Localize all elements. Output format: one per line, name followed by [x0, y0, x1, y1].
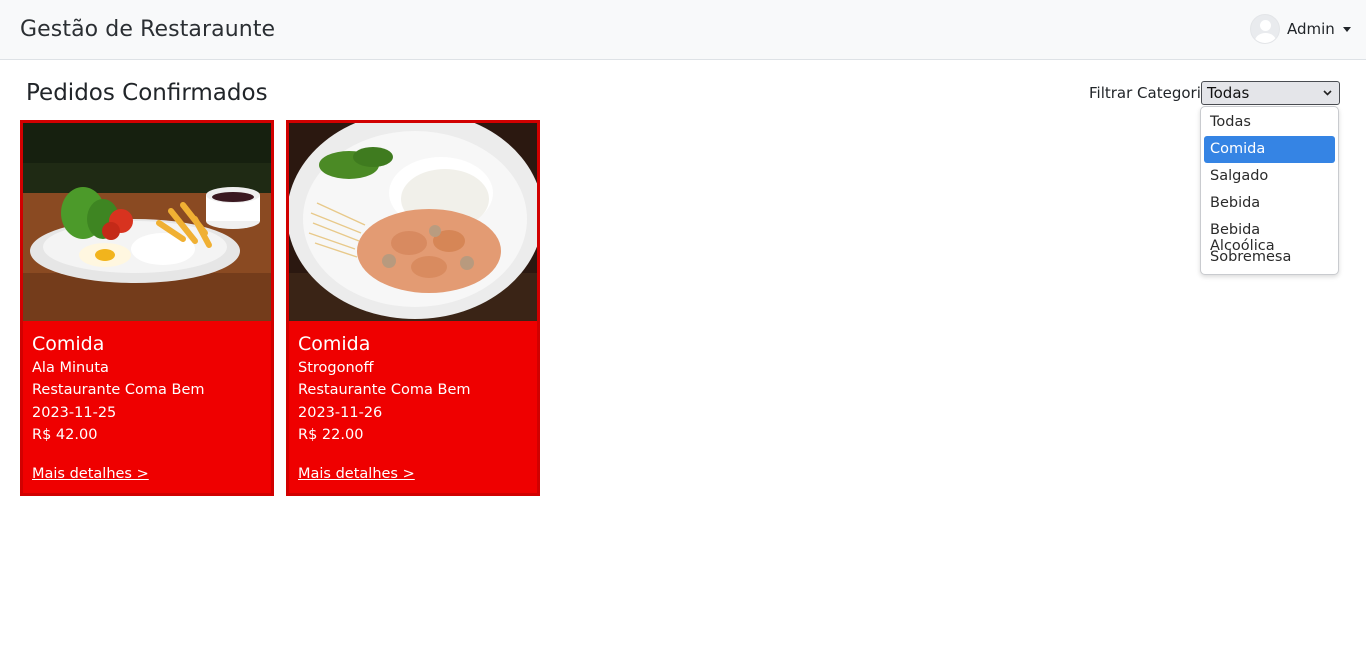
option-bebida-alcoolica[interactable]: Bebida Alcoólica	[1204, 217, 1335, 254]
option-bebida[interactable]: Bebida	[1204, 190, 1335, 217]
order-name: Strogonoff	[298, 360, 374, 376]
order-category: Comida	[32, 333, 105, 355]
user-name: Admin	[1287, 20, 1335, 38]
order-name: Ala Minuta	[32, 360, 109, 376]
order-image	[23, 123, 271, 321]
page-title: Pedidos Confirmados	[26, 80, 268, 106]
order-category: Comida	[298, 333, 371, 355]
filter-category-options: Todas Comida Salgado Bebida Bebida Alcoó…	[1200, 106, 1339, 275]
filter-selected-value: Todas	[1207, 84, 1250, 102]
order-restaurant: Restaurante Coma Bem	[298, 382, 471, 398]
brand-title[interactable]: Gestão de Restaraunte	[20, 17, 275, 42]
navbar: Gestão de Restaraunte Admin	[0, 0, 1366, 60]
option-comida[interactable]: Comida	[1204, 136, 1335, 163]
order-image	[289, 123, 537, 321]
order-restaurant: Restaurante Coma Bem	[32, 382, 205, 398]
option-sobremesa[interactable]: Sobremesa	[1204, 244, 1335, 271]
order-price: R$ 22.00	[298, 427, 364, 443]
more-details-link[interactable]: Mais detalhes >	[298, 466, 415, 482]
order-date: 2023-11-26	[298, 405, 383, 421]
caret-down-icon	[1342, 26, 1351, 32]
filter-category-label: Filtrar Categoria	[1089, 84, 1211, 102]
avatar-icon	[1250, 14, 1280, 44]
order-price: R$ 42.00	[32, 427, 98, 443]
option-salgado[interactable]: Salgado	[1204, 163, 1335, 190]
order-date: 2023-11-25	[32, 405, 117, 421]
filter-category-select[interactable]: Todas	[1201, 81, 1340, 105]
more-details-link[interactable]: Mais detalhes >	[32, 466, 149, 482]
chevron-down-icon	[1323, 90, 1332, 96]
option-todas[interactable]: Todas	[1204, 109, 1335, 136]
order-card: Comida Ala Minuta Restaurante Coma Bem 2…	[20, 120, 274, 496]
user-menu-toggle[interactable]: Admin	[1250, 14, 1351, 44]
order-card: Comida Strogonoff Restaurante Coma Bem 2…	[286, 120, 540, 496]
